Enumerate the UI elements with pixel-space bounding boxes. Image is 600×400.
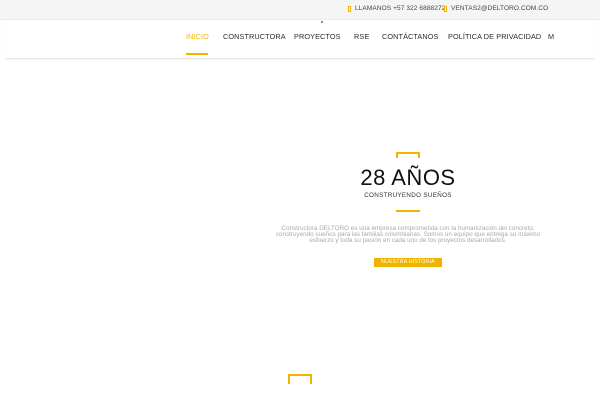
top-contact-bar: LLAMANOS +57 322 6888272 VENTAS2@DELTORO… xyxy=(0,0,600,20)
section-top-bracket xyxy=(288,374,312,384)
nav-item-rse[interactable]: RSE xyxy=(354,32,369,41)
mail-icon xyxy=(444,5,447,12)
hero-title: 28 AÑOS xyxy=(360,165,456,190)
nav-item-constructora[interactable]: CONSTRUCTORA xyxy=(223,32,286,41)
title-top-bracket xyxy=(396,152,420,158)
our-history-button[interactable]: NUESTRA HISTORIA xyxy=(374,258,442,267)
nav-item-more[interactable]: M xyxy=(548,32,554,41)
title-bottom-divider xyxy=(396,210,420,212)
active-nav-underline xyxy=(186,53,208,55)
phone-contact[interactable]: LLAMANOS +57 322 6888272 xyxy=(348,5,445,12)
dropdown-indicator-icon xyxy=(321,21,323,23)
nav-item-contactanos[interactable]: CONTÁCTANOS xyxy=(382,32,439,41)
nav-item-inicio[interactable]: INICIO xyxy=(186,32,209,41)
hero-description: Constructora DELTORO es una empresa comp… xyxy=(275,225,541,245)
main-navigation: INICIO CONSTRUCTORA PROYECTOS RSE CONTÁC… xyxy=(6,20,594,59)
email-text: VENTAS2@DELTORO.COM.CO xyxy=(451,5,549,12)
hero-subtitle: CONSTRUYENDO SUEÑOS xyxy=(364,192,452,199)
nav-item-proyectos[interactable]: PROYECTOS xyxy=(294,32,341,41)
email-contact[interactable]: VENTAS2@DELTORO.COM.CO xyxy=(444,5,548,12)
phone-icon xyxy=(348,5,351,12)
phone-text: LLAMANOS +57 322 6888272 xyxy=(355,5,446,12)
nav-item-privacidad[interactable]: POLÍTICA DE PRIVACIDAD xyxy=(448,32,541,41)
